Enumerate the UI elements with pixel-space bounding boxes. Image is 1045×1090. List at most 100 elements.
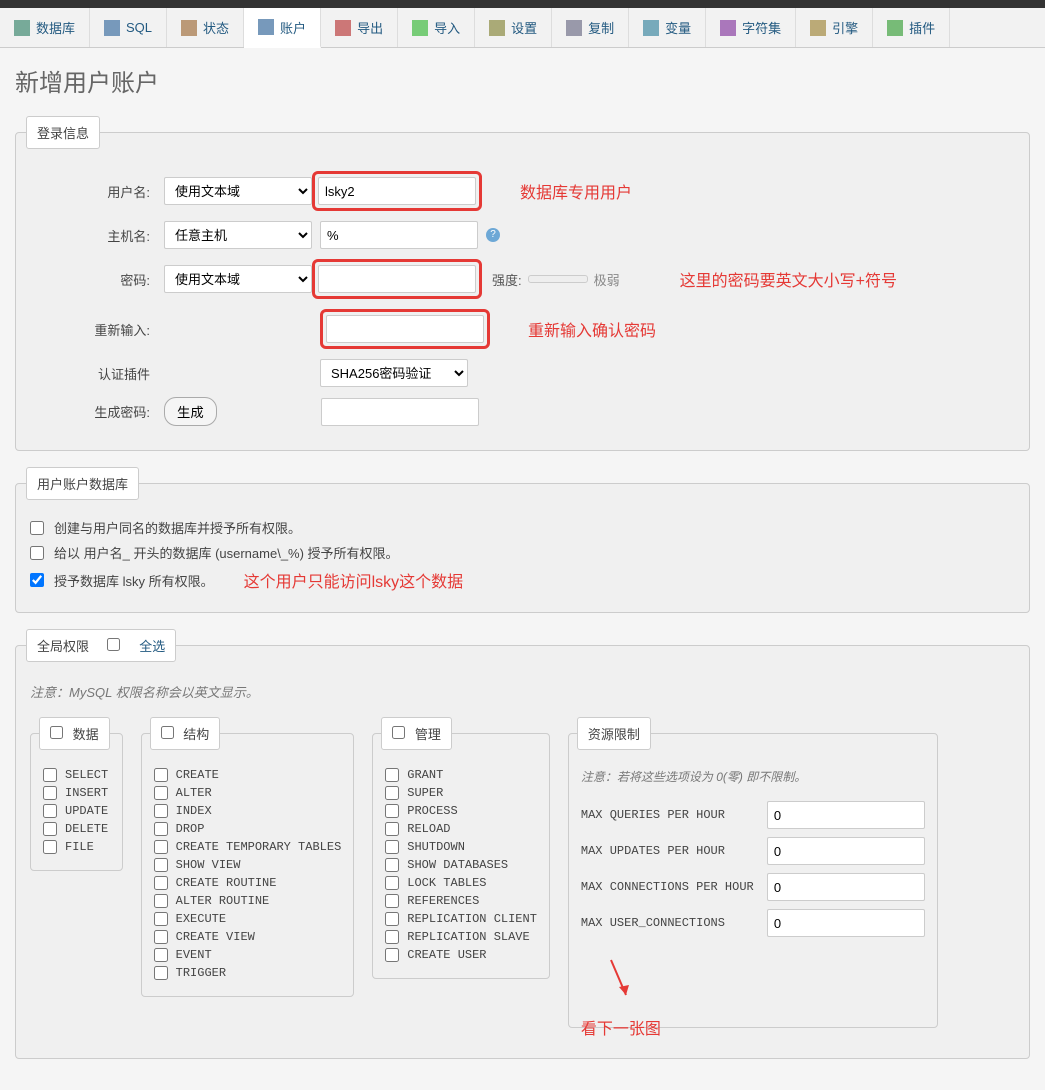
- priv-admin-lock-tables[interactable]: [385, 876, 399, 890]
- annotation-retype: 重新输入确认密码: [528, 317, 656, 341]
- tab-icon: [720, 20, 736, 36]
- priv-admin-replication-slave[interactable]: [385, 930, 399, 944]
- tab-icon: [643, 20, 659, 36]
- tab-icon: [887, 20, 903, 36]
- res-note: 注意：若将这些选项设为 0(零) 即不限制。: [581, 768, 925, 785]
- auth-label: 认证插件: [30, 364, 164, 383]
- priv-admin-process[interactable]: [385, 804, 399, 818]
- res-label-1: MAX UPDATES PER HOUR: [581, 844, 757, 858]
- annotation-password: 这里的密码要英文大小写+符号: [680, 267, 897, 291]
- username-highlight: [312, 171, 482, 211]
- priv-resources: 资源限制 注意：若将这些选项设为 0(零) 即不限制。 MAX QUERIES …: [568, 717, 938, 1028]
- page-title: 新增用户账户: [15, 63, 1030, 98]
- tab-2[interactable]: 状态: [167, 8, 244, 47]
- priv-struct-create-temporary-tables[interactable]: [154, 840, 168, 854]
- priv-struct-create[interactable]: [154, 768, 168, 782]
- host-mode-select[interactable]: 任意主机: [164, 221, 312, 249]
- struct-all-checkbox[interactable]: [161, 726, 174, 739]
- priv-data-file[interactable]: [43, 840, 57, 854]
- tab-7[interactable]: 复制: [552, 8, 629, 47]
- tab-9[interactable]: 字符集: [706, 8, 796, 47]
- data-all-checkbox[interactable]: [50, 726, 63, 739]
- tab-icon: [14, 20, 30, 36]
- priv-struct-index[interactable]: [154, 804, 168, 818]
- login-legend: 登录信息: [26, 116, 100, 149]
- auth-plugin-select[interactable]: SHA256密码验证: [320, 359, 468, 387]
- tab-6[interactable]: 设置: [475, 8, 552, 47]
- priv-struct-execute[interactable]: [154, 912, 168, 926]
- res-label-0: MAX QUERIES PER HOUR: [581, 808, 757, 822]
- tab-icon: [489, 20, 505, 36]
- priv-struct-show-view[interactable]: [154, 858, 168, 872]
- retype-input[interactable]: [326, 315, 484, 343]
- priv-admin-show-databases[interactable]: [385, 858, 399, 872]
- priv-admin-replication-client[interactable]: [385, 912, 399, 926]
- retype-highlight: [320, 309, 490, 349]
- tab-11[interactable]: 插件: [873, 8, 950, 47]
- arrow-icon: [601, 955, 641, 1005]
- password-highlight: [312, 259, 482, 299]
- tab-5[interactable]: 导入: [398, 8, 475, 47]
- res-input-3[interactable]: [767, 909, 925, 937]
- opt-wildcard-db[interactable]: [30, 546, 44, 560]
- generate-button[interactable]: 生成: [164, 397, 217, 426]
- priv-struct-alter-routine[interactable]: [154, 894, 168, 908]
- priv-data-insert[interactable]: [43, 786, 57, 800]
- tab-8[interactable]: 变量: [629, 8, 706, 47]
- priv-struct-create-view[interactable]: [154, 930, 168, 944]
- priv-struct-drop[interactable]: [154, 822, 168, 836]
- res-input-2[interactable]: [767, 873, 925, 901]
- annotation-user: 数据库专用用户: [520, 179, 632, 203]
- tab-4[interactable]: 导出: [321, 8, 398, 47]
- priv-data-update[interactable]: [43, 804, 57, 818]
- priv-admin-references[interactable]: [385, 894, 399, 908]
- generated-password-input[interactable]: [321, 398, 479, 426]
- fieldset-global-priv: 全局权限 全选 注意：MySQL 权限名称会以英文显示。 数据 SELECTIN…: [15, 629, 1030, 1059]
- select-all-link[interactable]: 全选: [139, 639, 165, 654]
- priv-struct-create-routine[interactable]: [154, 876, 168, 890]
- priv-data-delete[interactable]: [43, 822, 57, 836]
- priv-struct-trigger[interactable]: [154, 966, 168, 980]
- priv-admin-shutdown[interactable]: [385, 840, 399, 854]
- priv-admin-super[interactable]: [385, 786, 399, 800]
- annotation-db: 这个用户只能访问lsky这个数据: [244, 568, 464, 592]
- host-label: 主机名:: [30, 226, 164, 245]
- admin-all-checkbox[interactable]: [392, 726, 405, 739]
- res-label-2: MAX CONNECTIONS PER HOUR: [581, 880, 757, 894]
- fieldset-userdb: 用户账户数据库 创建与用户同名的数据库并授予所有权限。 给以 用户名_ 开头的数…: [15, 467, 1030, 613]
- password-label: 密码:: [30, 270, 164, 289]
- tab-icon: [412, 20, 428, 36]
- tab-icon: [258, 19, 274, 35]
- priv-struct-event[interactable]: [154, 948, 168, 962]
- username-label: 用户名:: [30, 182, 164, 201]
- password-mode-select[interactable]: 使用文本域: [164, 265, 312, 293]
- username-mode-select[interactable]: 使用文本域: [164, 177, 312, 205]
- priv-struct-alter[interactable]: [154, 786, 168, 800]
- tab-0[interactable]: 数据库: [0, 8, 90, 47]
- tab-1[interactable]: SQL: [90, 8, 167, 47]
- res-input-1[interactable]: [767, 837, 925, 865]
- strength-text: 极弱: [594, 270, 620, 289]
- password-input[interactable]: [318, 265, 476, 293]
- res-input-0[interactable]: [767, 801, 925, 829]
- username-input[interactable]: [318, 177, 476, 205]
- userdb-legend: 用户账户数据库: [26, 467, 139, 500]
- opt-grant-lsky[interactable]: [30, 573, 44, 587]
- priv-admin-reload[interactable]: [385, 822, 399, 836]
- help-icon[interactable]: ?: [486, 228, 500, 242]
- opt-create-same-db[interactable]: [30, 521, 44, 535]
- priv-data-select[interactable]: [43, 768, 57, 782]
- res-label-3: MAX USER_CONNECTIONS: [581, 916, 757, 930]
- server-breadcrumb: [0, 0, 1045, 8]
- priv-data: 数据 SELECTINSERTUPDATEDELETEFILE: [30, 717, 123, 871]
- select-all-checkbox[interactable]: [107, 638, 120, 651]
- host-input[interactable]: [320, 221, 478, 249]
- tab-3[interactable]: 账户: [244, 8, 321, 48]
- priv-admin-grant[interactable]: [385, 768, 399, 782]
- annotation-bottom: 看下一张图: [581, 1015, 661, 1039]
- priv-admin-create-user[interactable]: [385, 948, 399, 962]
- priv-admin: 管理 GRANTSUPERPROCESSRELOADSHUTDOWNSHOW D…: [372, 717, 550, 979]
- tab-10[interactable]: 引擎: [796, 8, 873, 47]
- tab-icon: [810, 20, 826, 36]
- fieldset-login: 登录信息 用户名: 使用文本域 数据库专用用户 主机名: 任意主机 ? 密码: …: [15, 116, 1030, 451]
